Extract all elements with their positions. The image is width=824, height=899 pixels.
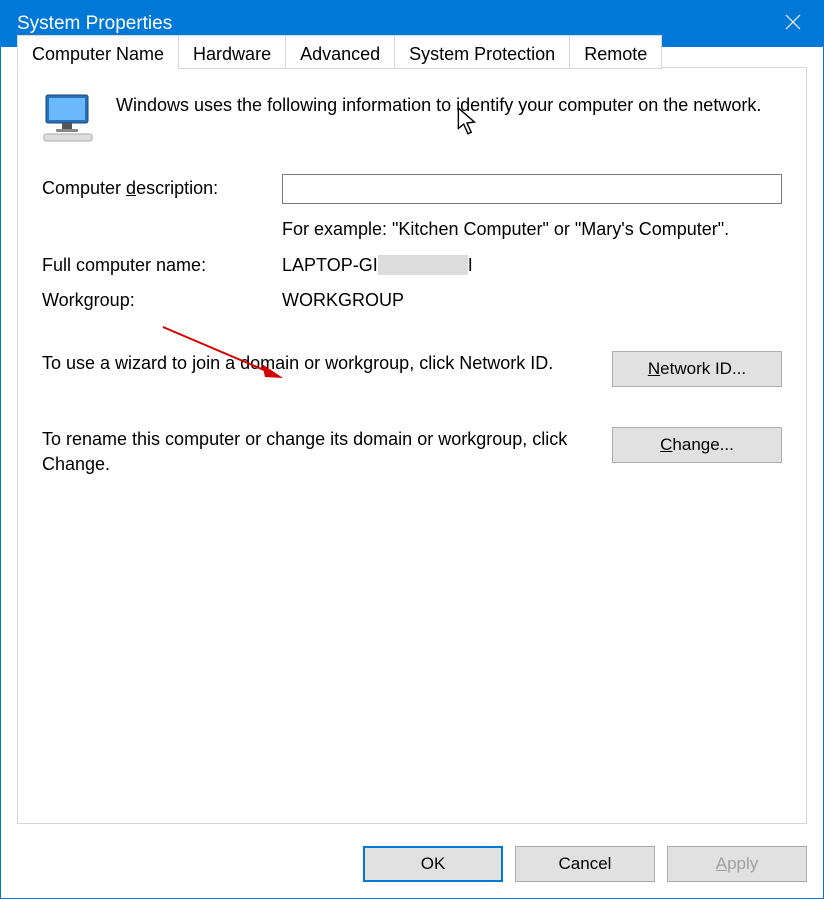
tab-hardware[interactable]: Hardware xyxy=(179,35,286,69)
tab-system-protection[interactable]: System Protection xyxy=(395,35,570,69)
tab-content-computer-name: Windows uses the following information t… xyxy=(18,69,806,823)
client-area: Computer Name Hardware Advanced System P… xyxy=(1,47,823,898)
tab-remote[interactable]: Remote xyxy=(570,35,662,69)
network-id-text: To use a wizard to join a domain or work… xyxy=(42,351,594,375)
tab-computer-name[interactable]: Computer Name xyxy=(17,35,179,70)
network-id-row: To use a wizard to join a domain or work… xyxy=(42,351,782,387)
computer-description-hint: For example: "Kitchen Computer" or "Mary… xyxy=(282,218,732,241)
window-title: System Properties xyxy=(17,13,172,35)
workgroup-label: Workgroup: xyxy=(42,290,282,311)
cancel-button[interactable]: Cancel xyxy=(515,846,655,882)
tabstrip: Computer Name Hardware Advanced System P… xyxy=(17,35,662,69)
dialog-button-bar: OK Cancel Apply xyxy=(363,846,807,882)
full-computer-name-value: LAPTOP-GII xyxy=(282,255,782,276)
computer-description-row: Computer description: xyxy=(42,174,782,204)
computer-description-label: Computer description: xyxy=(42,174,282,199)
redacted-segment xyxy=(378,255,468,275)
tab-label: Remote xyxy=(584,44,647,65)
tab-container: Computer Name Hardware Advanced System P… xyxy=(17,67,807,824)
workgroup-value: WORKGROUP xyxy=(282,290,782,311)
ok-button[interactable]: OK xyxy=(363,846,503,882)
change-button[interactable]: Change... xyxy=(612,427,782,463)
change-text: To rename this computer or change its do… xyxy=(42,427,594,476)
tab-label: Advanced xyxy=(300,44,380,65)
change-row: To rename this computer or change its do… xyxy=(42,427,782,476)
workgroup-row: Workgroup: WORKGROUP xyxy=(42,290,782,311)
intro-text: Windows uses the following information t… xyxy=(116,93,782,117)
apply-button: Apply xyxy=(667,846,807,882)
computer-icon xyxy=(42,93,98,148)
tab-label: System Protection xyxy=(409,44,555,65)
close-button[interactable] xyxy=(763,1,823,47)
close-icon xyxy=(785,14,801,35)
network-id-button[interactable]: Network ID... xyxy=(612,351,782,387)
system-properties-window: System Properties Computer Name Hardware… xyxy=(0,0,824,899)
tab-label: Hardware xyxy=(193,44,271,65)
tab-advanced[interactable]: Advanced xyxy=(286,35,395,69)
full-computer-name-label: Full computer name: xyxy=(42,255,282,276)
full-computer-name-row: Full computer name: LAPTOP-GII xyxy=(42,255,782,276)
computer-description-input[interactable] xyxy=(282,174,782,204)
intro-row: Windows uses the following information t… xyxy=(42,93,782,148)
tab-label: Computer Name xyxy=(32,44,164,65)
